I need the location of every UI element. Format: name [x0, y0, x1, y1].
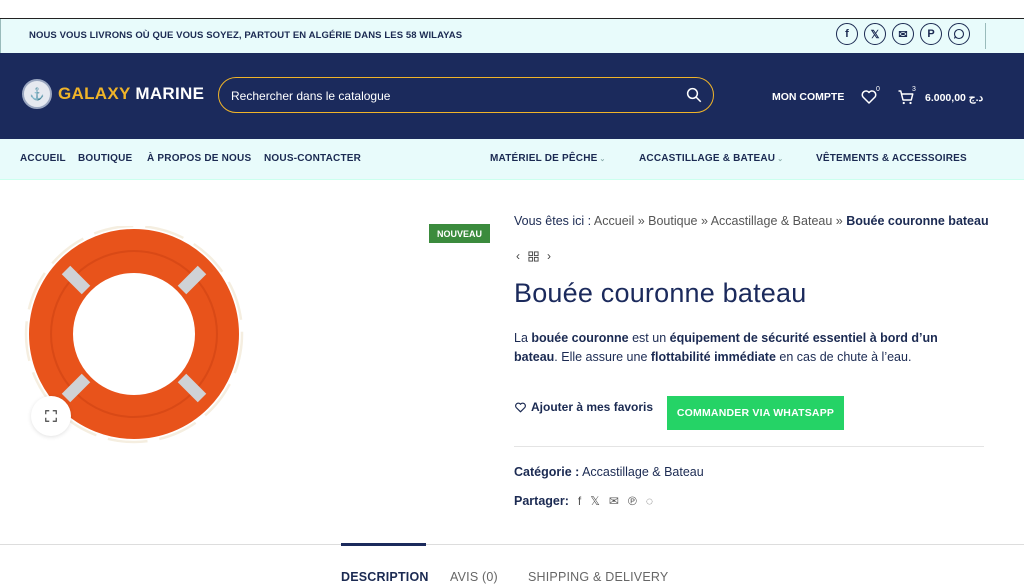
heart-icon [515, 402, 526, 412]
tab-description[interactable]: DESCRIPTION [341, 570, 429, 584]
search-input[interactable]: Rechercher dans le catalogue [218, 77, 714, 113]
tab-shipping[interactable]: SHIPPING & DELIVERY [528, 570, 668, 584]
new-badge: NOUVEAU [429, 224, 490, 243]
chevron-down-icon: ⌄ [777, 156, 784, 163]
share-email-icon[interactable]: ✉ [609, 494, 619, 508]
share-x-icon[interactable]: 𝕏 [590, 494, 600, 508]
wishlist-count: 0 [876, 86, 880, 93]
logo-emblem-icon: ⚓ [22, 79, 52, 109]
product-description: La bouée couronne est un équipement de s… [514, 331, 938, 364]
nav-materiel-peche[interactable]: MATÉRIEL DE PÊCHE ⌄ [490, 153, 606, 164]
breadcrumb: Vous êtes ici : Accueil » Boutique » Acc… [514, 214, 989, 228]
whatsapp-icon[interactable] [948, 23, 970, 45]
search-icon[interactable] [685, 86, 703, 104]
order-whatsapp-button[interactable]: COMMANDER VIA WHATSAPP [667, 396, 844, 430]
email-icon[interactable]: ✉ [892, 23, 914, 45]
facebook-icon[interactable]: f [836, 23, 858, 45]
search-placeholder: Rechercher dans le catalogue [231, 89, 391, 103]
category-link[interactable]: Accastillage & Bateau [582, 465, 704, 479]
expand-icon [45, 410, 57, 422]
main-navigation: ACCUEIL BOUTIQUE À PROPOS DE NOUS NOUS-C… [0, 139, 1024, 180]
tab-reviews[interactable]: AVIS (0) [450, 570, 498, 584]
nav-boutique[interactable]: BOUTIQUE [78, 153, 132, 164]
share-pinterest-icon[interactable]: ℗ [628, 494, 637, 508]
pinterest-icon[interactable]: P [920, 23, 942, 45]
product-title: Bouée couronne bateau [514, 278, 807, 308]
grid-icon[interactable] [528, 250, 539, 262]
product-navigation: ‹ › [516, 249, 551, 263]
share-row: Partager: f 𝕏 ✉ ℗ ◌ [514, 494, 653, 508]
announcement-bar: NOUS VOUS LIVRONS OÙ QUE VOUS SOYEZ, PAR… [0, 19, 1024, 53]
site-logo[interactable]: ⚓ GALAXY MARINE [22, 79, 204, 109]
nav-vetements[interactable]: VÊTEMENTS & ACCESSOIRES [816, 153, 967, 164]
logo-text: GALAXY MARINE [58, 84, 205, 103]
account-link[interactable]: MON COMPTE [772, 91, 844, 103]
x-icon[interactable]: 𝕏 [864, 23, 886, 45]
add-to-wishlist-link[interactable]: Ajouter à mes favoris [514, 400, 653, 414]
cart-count: 3 [912, 86, 916, 93]
divider [514, 446, 984, 447]
breadcrumb-shop[interactable]: Boutique [648, 214, 697, 228]
tabs-divider [0, 544, 1024, 545]
zoom-image-button[interactable] [31, 396, 71, 436]
nav-a-propos[interactable]: À PROPOS DE NOUS [147, 153, 251, 164]
chevron-left-icon[interactable]: ‹ [516, 249, 520, 263]
active-tab-indicator [341, 543, 426, 546]
topbar-divider [985, 23, 986, 49]
chevron-down-icon: ⌄ [599, 156, 606, 163]
cart-total[interactable]: 6.000,00 د.ج [925, 92, 983, 104]
product-category: Catégorie : Accastillage & Bateau [514, 465, 704, 479]
breadcrumb-current: Bouée couronne bateau [846, 214, 989, 228]
share-facebook-icon[interactable]: f [578, 494, 581, 508]
browser-top-edge [0, 0, 1024, 19]
nav-accastillage[interactable]: ACCASTILLAGE & BATEAU ⌄ [639, 153, 783, 164]
nav-contact[interactable]: NOUS-CONTACTER [264, 153, 361, 164]
announcement-text: NOUS VOUS LIVRONS OÙ QUE VOUS SOYEZ, PAR… [29, 30, 463, 41]
social-links: f 𝕏 ✉ P [836, 23, 970, 45]
breadcrumb-home[interactable]: Accueil [594, 214, 634, 228]
chevron-right-icon[interactable]: › [547, 249, 551, 263]
site-header: ⚓ GALAXY MARINE Rechercher dans le catal… [0, 53, 1024, 139]
nav-accueil[interactable]: ACCUEIL [20, 153, 66, 164]
breadcrumb-category[interactable]: Accastillage & Bateau [711, 214, 833, 228]
share-whatsapp-icon[interactable]: ◌ [646, 494, 653, 508]
